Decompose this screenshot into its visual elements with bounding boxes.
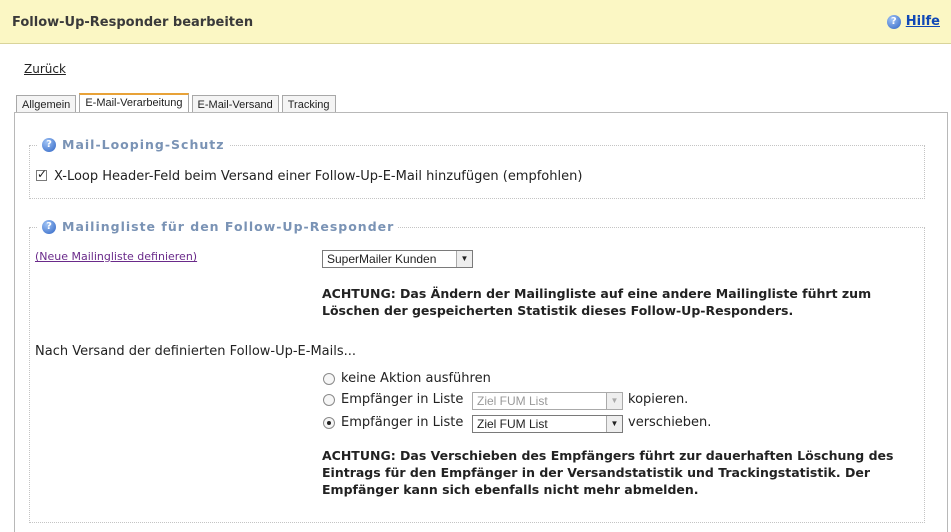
xloop-label: X-Loop Header-Feld beim Versand einer Fo… [54, 169, 583, 184]
warning-line: Löschen der gespeicherten Statistik dies… [322, 303, 794, 318]
warning-line: ACHTUNG: Das Verschieben des Empfängers … [322, 448, 894, 463]
page-title: Follow-Up-Responder bearbeiten [12, 15, 254, 30]
mailinglist-select-value: SuperMailer Kunden [327, 252, 437, 266]
mailinglist-warning: ACHTUNG: Das Ändern der Mailingliste auf… [322, 285, 871, 319]
radio-copy-label: Empfänger in Liste [341, 392, 464, 407]
tab-panel: ? Mail-Looping-Schutz X-Loop Header-Feld… [14, 112, 948, 532]
copy-suffix: kopieren. [628, 392, 689, 407]
move-warning: ACHTUNG: Das Verschieben des Empfängers … [322, 447, 893, 498]
mailinglist-select[interactable]: SuperMailer Kunden ▼ [322, 250, 473, 268]
chevron-down-icon: ▼ [606, 393, 622, 409]
move-suffix: verschieben. [628, 415, 712, 430]
move-target-value: Ziel FUM List [477, 417, 548, 431]
looping-fieldset: ? Mail-Looping-Schutz X-Loop Header-Feld… [29, 137, 925, 199]
mailinglist-fieldset: ? Mailingliste für den Follow-Up-Respond… [29, 219, 925, 523]
xloop-checkbox[interactable] [36, 167, 47, 181]
help-question-icon[interactable]: ? [886, 14, 901, 29]
help-link[interactable]: Hilfe [906, 14, 940, 29]
mailinglist-legend: ? Mailingliste für den Follow-Up-Respond… [38, 219, 399, 234]
warning-line: Empfänger kann sich ebenfalls nicht mehr… [322, 482, 699, 497]
radio-move[interactable] [323, 417, 335, 429]
radio-no-action-label: keine Aktion ausführen [341, 371, 491, 386]
warning-line: Eintrags für den Empfänger in der Versan… [322, 465, 871, 480]
help-question-icon[interactable]: ? [42, 219, 56, 234]
define-mailinglist-link[interactable]: (Neue Mailingliste definieren) [35, 250, 197, 263]
radio-no-action[interactable] [323, 373, 335, 385]
chevron-down-icon: ▼ [606, 416, 622, 432]
looping-legend: ? Mail-Looping-Schutz [38, 137, 229, 152]
help-area: ? Hilfe [886, 14, 940, 29]
back-link[interactable]: Zurück [24, 62, 66, 76]
mailinglist-legend-text: Mailingliste für den Follow-Up-Responder [62, 219, 395, 234]
help-question-icon[interactable]: ? [42, 137, 56, 152]
after-send-label: Nach Versand der definierten Follow-Up-E… [35, 344, 357, 359]
warning-line: ACHTUNG: Das Ändern der Mailingliste auf… [322, 286, 872, 301]
radio-move-label: Empfänger in Liste [341, 415, 464, 430]
copy-target-value: Ziel FUM List [477, 394, 548, 408]
radio-copy[interactable] [323, 394, 335, 406]
move-target-select[interactable]: Ziel FUM List ▼ [472, 415, 623, 433]
copy-target-select: Ziel FUM List ▼ [472, 392, 623, 410]
looping-legend-text: Mail-Looping-Schutz [62, 137, 225, 152]
chevron-down-icon: ▼ [456, 251, 472, 267]
page-header: Follow-Up-Responder bearbeiten ? Hilfe [0, 0, 951, 44]
